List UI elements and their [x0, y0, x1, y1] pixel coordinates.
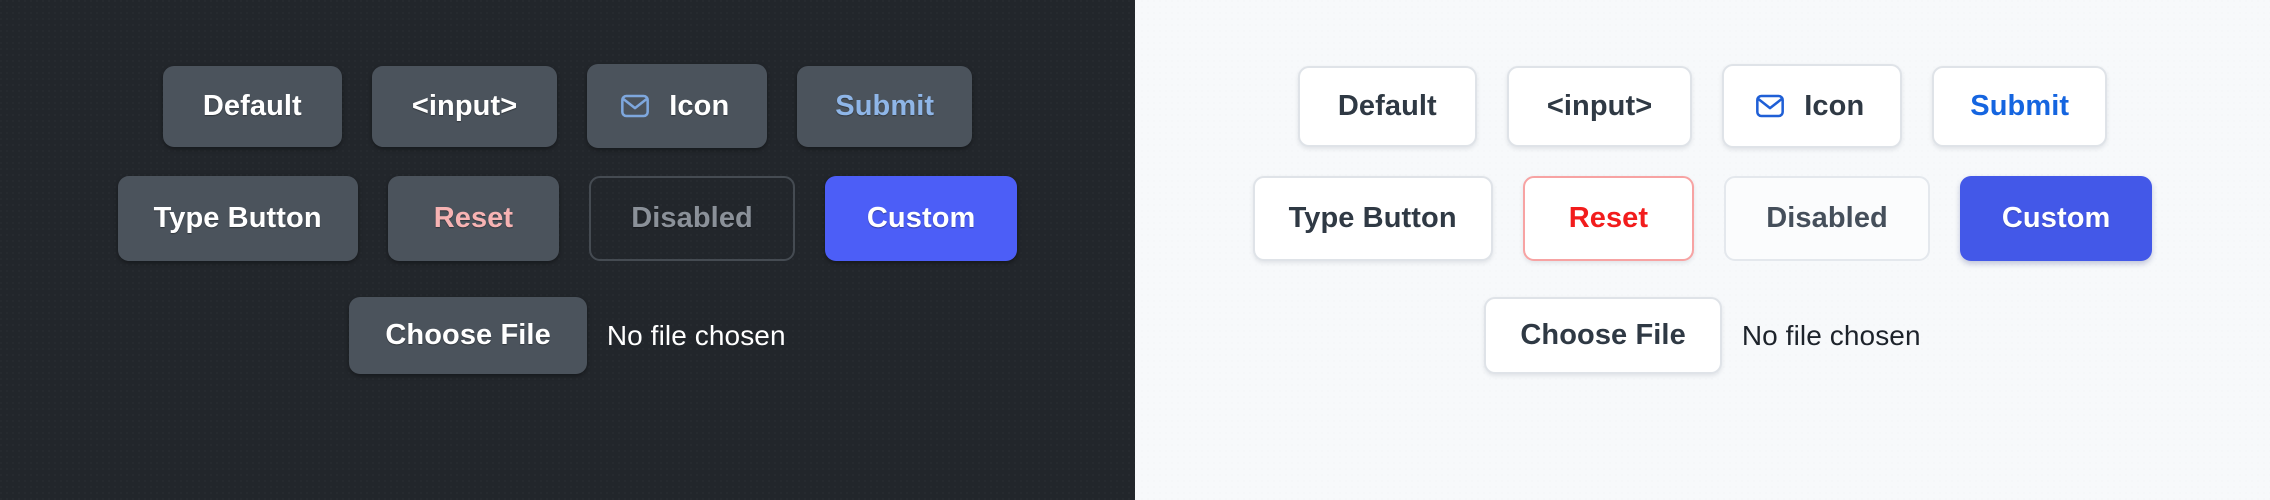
light-choose-file-label: Choose File: [1520, 319, 1686, 351]
light-default-button[interactable]: Default: [1297, 65, 1477, 147]
dark-custom-button-label: Custom: [866, 202, 976, 234]
dark-submit-button-label: Submit: [835, 89, 935, 122]
dark-row-primary: Default <input> Icon Submit: [0, 64, 1135, 148]
light-type-button[interactable]: Type Button: [1252, 176, 1493, 261]
light-reset-button-label: Reset: [1568, 202, 1649, 234]
dark-file-input[interactable]: Choose File No file chosen: [349, 297, 786, 374]
light-file-status-text: No file chosen: [1741, 319, 1921, 351]
light-default-button-label: Default: [1337, 89, 1437, 122]
light-reset-button[interactable]: Reset: [1522, 176, 1695, 261]
dark-choose-file-label: Choose File: [385, 319, 551, 351]
light-type-button-label: Type Button: [1288, 202, 1457, 234]
light-input-button-label: <input>: [1546, 89, 1653, 122]
dark-default-button[interactable]: Default: [162, 65, 342, 147]
dark-submit-button[interactable]: Submit: [797, 65, 973, 147]
light-submit-button-label: Submit: [1970, 89, 2070, 122]
dark-file-status-text: No file chosen: [606, 319, 786, 351]
light-input-button[interactable]: <input>: [1506, 65, 1693, 147]
dark-row-secondary: Type Button Reset Disabled Custom: [0, 176, 1135, 261]
dark-reset-button[interactable]: Reset: [387, 176, 560, 261]
light-rows: Default <input> Icon Submit Type Button …: [1135, 0, 2270, 374]
light-theme-panel: Default <input> Icon Submit Type Button …: [1135, 0, 2270, 500]
light-custom-button-label: Custom: [2001, 202, 2111, 234]
light-icon-button[interactable]: Icon: [1722, 64, 1903, 148]
light-custom-button[interactable]: Custom: [1959, 176, 2153, 261]
dark-type-button-label: Type Button: [153, 202, 322, 234]
light-icon-button-label: Icon: [1804, 89, 1865, 122]
dark-icon-button[interactable]: Icon: [587, 64, 768, 148]
dark-theme-panel: Default <input> Icon Submit Type Button …: [0, 0, 1135, 500]
dark-custom-button[interactable]: Custom: [824, 176, 1018, 261]
light-disabled-button: Disabled: [1724, 176, 1930, 261]
light-row-primary: Default <input> Icon Submit: [1135, 64, 2270, 148]
dark-default-button-label: Default: [202, 89, 302, 122]
light-row-file: Choose File No file chosen: [1135, 297, 2270, 374]
light-choose-file-button[interactable]: Choose File: [1484, 297, 1722, 374]
dark-reset-button-label: Reset: [433, 202, 514, 234]
dark-icon-button-label: Icon: [669, 89, 730, 122]
light-disabled-button-label: Disabled: [1766, 202, 1888, 234]
dark-type-button[interactable]: Type Button: [117, 176, 358, 261]
light-submit-button[interactable]: Submit: [1932, 65, 2108, 147]
dark-disabled-button-label: Disabled: [631, 202, 753, 234]
dark-input-button-label: <input>: [411, 89, 518, 122]
button-showcase-stage: Default <input> Icon Submit Type Button …: [0, 0, 2270, 500]
dark-rows: Default <input> Icon Submit Type Button …: [0, 0, 1135, 374]
envelope-icon: [1754, 90, 1786, 122]
dark-row-file: Choose File No file chosen: [0, 297, 1135, 374]
dark-input-button[interactable]: <input>: [371, 65, 558, 147]
envelope-icon: [619, 90, 651, 122]
dark-disabled-button: Disabled: [589, 176, 795, 261]
light-row-secondary: Type Button Reset Disabled Custom: [1135, 176, 2270, 261]
dark-choose-file-button[interactable]: Choose File: [349, 297, 587, 374]
light-file-input[interactable]: Choose File No file chosen: [1484, 297, 1921, 374]
